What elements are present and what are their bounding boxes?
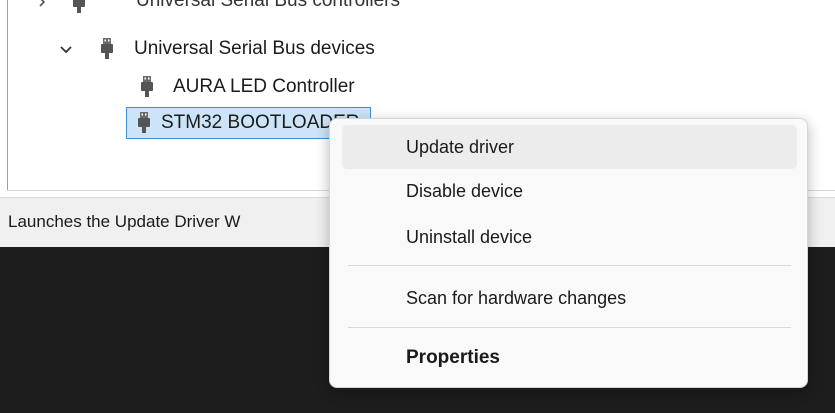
menu-item-label: Disable device [406,180,524,201]
menu-separator [348,265,791,266]
menu-separator [348,327,791,328]
tree-item-label: Universal Serial Bus devices [134,38,375,59]
chevron-down-icon[interactable] [56,40,76,60]
tree-item-usb-controllers[interactable]: Universal Serial Bus controllers [73,0,400,14]
menu-item-uninstall-device[interactable]: Uninstall device [342,215,797,259]
usb-plug-icon [140,76,154,98]
status-text: Launches the Update Driver W [8,212,241,231]
usb-plug-icon [100,38,114,60]
menu-item-label: Uninstall device [406,226,533,247]
context-menu: Update driver Disable device Uninstall d… [329,118,808,388]
menu-item-disable-device[interactable]: Disable device [342,169,797,213]
menu-item-properties[interactable]: Properties [342,336,797,380]
menu-item-update-driver[interactable]: Update driver [342,125,797,169]
chevron-right-icon[interactable] [32,0,52,12]
menu-item-label: Properties [406,347,500,368]
usb-plug-icon [72,0,86,14]
tree-item-label: AURA LED Controller [173,76,355,97]
tree-left-border [7,0,8,190]
tree-item-label: Universal Serial Bus controllers [136,0,400,11]
menu-item-label: Update driver [406,136,515,157]
menu-item-scan-hardware[interactable]: Scan for hardware changes [342,276,797,320]
tree-item-aura-led[interactable]: AURA LED Controller [163,74,355,100]
menu-item-label: Scan for hardware changes [406,287,627,308]
tree-item-usb-devices[interactable]: Universal Serial Bus devices [124,36,375,62]
usb-plug-icon [137,112,151,134]
